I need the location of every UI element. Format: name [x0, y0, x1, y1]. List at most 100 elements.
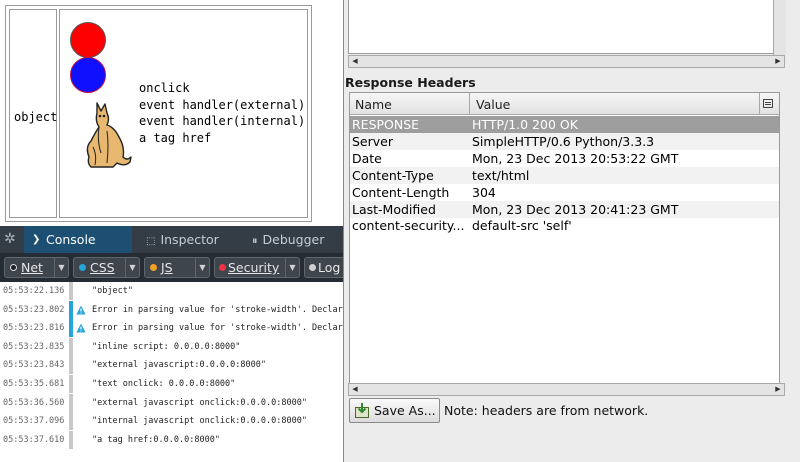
- filter-net-button[interactable]: Net ▼: [4, 257, 69, 278]
- header-name: content-security...: [352, 218, 465, 234]
- blue-circle[interactable]: [70, 57, 106, 93]
- onclick-link[interactable]: onclick: [139, 80, 305, 97]
- object-label-cell: object: [9, 9, 57, 218]
- log-timestamp: 05:53:23.835: [3, 341, 65, 352]
- header-value: Mon, 23 Dec 2013 20:41:23 GMT: [472, 201, 679, 217]
- filter-log-button[interactable]: Log: [304, 257, 343, 278]
- filter-js-button[interactable]: JS ▼: [144, 257, 210, 278]
- log-message: "internal javascript onclick:0.0.0.0:800…: [92, 416, 307, 427]
- console-log-row[interactable]: 05:53:22.136 "object": [0, 282, 343, 300]
- filter-security-label: Security: [228, 260, 280, 275]
- link-list: onclick event handler(external) event ha…: [139, 80, 305, 146]
- tab-console[interactable]: ❯ Console: [24, 226, 132, 253]
- log-message: Error in parsing value for 'stroke-width…: [92, 323, 343, 334]
- log-category-bar: [69, 393, 73, 412]
- column-divider: [759, 93, 760, 115]
- inspector-icon: ⬚: [146, 236, 156, 247]
- page-preview: object onclick event handler(external) e…: [0, 0, 343, 230]
- network-headers-panel: ◀ ▶ Response Headers Name Value RESPONSE…: [343, 0, 800, 462]
- headers-horizontal-scrollbar[interactable]: ◀ ▶: [348, 383, 785, 396]
- header-row[interactable]: RESPONSE HTTP/1.0 200 OK: [350, 116, 779, 133]
- log-category-bar: [69, 412, 73, 431]
- css-dot-icon: [79, 264, 86, 271]
- table-header: Name Value: [350, 93, 779, 115]
- chevron-down-icon[interactable]: ▼: [285, 258, 299, 277]
- column-value-header[interactable]: Value: [476, 97, 510, 112]
- console-log-row[interactable]: 05:53:37.096 "internal javascript onclick…: [0, 412, 343, 431]
- tab-debugger[interactable]: ⏸ Debugger: [252, 226, 324, 253]
- filter-security-button[interactable]: Security ▼: [214, 257, 300, 278]
- top-vertical-scrollbar[interactable]: [773, 0, 786, 55]
- header-row[interactable]: Content-Type text/html: [350, 166, 779, 184]
- console-log-row[interactable]: 05:53:37.610 "a tag href:0.0.0.0:8000": [0, 430, 343, 449]
- chevron-down-icon[interactable]: ▼: [195, 258, 209, 277]
- cat-icon[interactable]: [83, 97, 133, 169]
- internal-handler-link[interactable]: event handler(internal): [139, 113, 305, 130]
- header-name: Content-Length: [352, 184, 450, 200]
- log-message: "inline script: 0.0.0.0:8000": [92, 341, 241, 352]
- header-row[interactable]: content-security... default-src 'self': [350, 217, 779, 234]
- filter-css-label: CSS: [90, 260, 115, 275]
- log-category-bar: [69, 337, 73, 356]
- log-timestamp: 05:53:36.560: [3, 397, 65, 408]
- header-row[interactable]: Date Mon, 23 Dec 2013 20:53:22 GMT: [350, 150, 779, 167]
- console-log-row[interactable]: 05:53:23.816 Error in parsing value for '…: [0, 319, 343, 338]
- console-log-row[interactable]: 05:53:36.560 "external javascript onclick…: [0, 393, 343, 412]
- log-timestamp: 05:53:22.136: [3, 286, 65, 296]
- chevron-down-icon[interactable]: ▼: [125, 258, 139, 277]
- header-name: Last-Modified: [352, 201, 436, 217]
- gear-icon[interactable]: ✲: [4, 231, 20, 247]
- log-timestamp: 05:53:37.610: [3, 434, 65, 445]
- devtools-tab-bar: ✲ ❯ Console ⬚ Inspector ⏸ Debugger: [0, 226, 343, 253]
- warning-icon: [76, 305, 86, 315]
- header-value: Mon, 23 Dec 2013 20:53:22 GMT: [472, 150, 679, 166]
- log-dot-icon: [309, 264, 316, 271]
- scroll-right-icon[interactable]: ▶: [772, 384, 784, 395]
- log-message: "object": [92, 286, 133, 296]
- tab-console-label: Console: [46, 232, 96, 247]
- log-message: "external javascript:0.0.0.0:8000": [92, 360, 266, 371]
- log-timestamp: 05:53:23.802: [3, 304, 65, 315]
- console-log-row[interactable]: 05:53:35.681 "text onclick: 0.0.0.0:8000": [0, 375, 343, 393]
- console-output[interactable]: 05:53:22.136 "object" 05:53:23.802 Error in…: [0, 282, 343, 462]
- tab-inspector-label: Inspector: [160, 232, 219, 247]
- red-circle[interactable]: [70, 22, 106, 58]
- filter-css-button[interactable]: CSS ▼: [73, 257, 140, 278]
- header-name: Server: [352, 133, 393, 149]
- column-picker-icon[interactable]: [763, 99, 773, 108]
- a-tag-href-link[interactable]: a tag href: [139, 130, 305, 147]
- external-handler-link[interactable]: event handler(external): [139, 97, 305, 114]
- response-headers-table: Name Value RESPONSE HTTP/1.0 200 OK Server…: [349, 92, 780, 384]
- scroll-left-icon[interactable]: ◀: [349, 384, 361, 395]
- header-row[interactable]: Last-Modified Mon, 23 Dec 2013 20:41:23 G…: [350, 200, 779, 218]
- tab-debugger-label: Debugger: [262, 232, 325, 247]
- scroll-left-icon[interactable]: ◀: [349, 56, 361, 67]
- log-message: "a tag href:0.0.0.0:8000": [92, 434, 220, 445]
- header-row[interactable]: Content-Length 304: [350, 184, 779, 201]
- debugger-icon: ⏸: [252, 234, 258, 247]
- header-name: Content-Type: [352, 167, 434, 183]
- console-log-row[interactable]: 05:53:23.843 "external javascript:0.0.0.0…: [0, 356, 343, 375]
- request-details-box: [348, 0, 785, 54]
- object-label: object: [14, 110, 58, 124]
- net-dot-icon: [10, 264, 17, 271]
- header-row[interactable]: Server SimpleHTTP/0.6 Python/3.3.3: [350, 132, 779, 150]
- log-timestamp: 05:53:37.096: [3, 416, 65, 427]
- scroll-right-icon[interactable]: ▶: [772, 56, 784, 67]
- column-name-header[interactable]: Name: [355, 97, 392, 112]
- save-as-button[interactable]: Save As...: [349, 398, 440, 423]
- log-category-bar: [69, 282, 73, 300]
- console-log-row[interactable]: 05:53:23.802 Error in parsing value for '…: [0, 300, 343, 319]
- chevron-down-icon[interactable]: ▼: [54, 258, 68, 277]
- column-divider[interactable]: [469, 93, 470, 115]
- log-category-bar: [69, 319, 73, 338]
- header-value: HTTP/1.0 200 OK: [472, 117, 578, 132]
- save-as-label: Save As...: [374, 403, 436, 418]
- header-value: default-src 'self': [472, 218, 572, 234]
- log-category-bar: [69, 430, 73, 449]
- response-headers-title: Response Headers: [345, 75, 476, 90]
- tab-inspector[interactable]: ⬚ Inspector: [146, 226, 219, 253]
- top-horizontal-scrollbar[interactable]: ◀ ▶: [348, 55, 785, 68]
- header-value: text/html: [472, 167, 530, 183]
- console-log-row[interactable]: 05:53:23.835 "inline script: 0.0.0.0:8000…: [0, 337, 343, 356]
